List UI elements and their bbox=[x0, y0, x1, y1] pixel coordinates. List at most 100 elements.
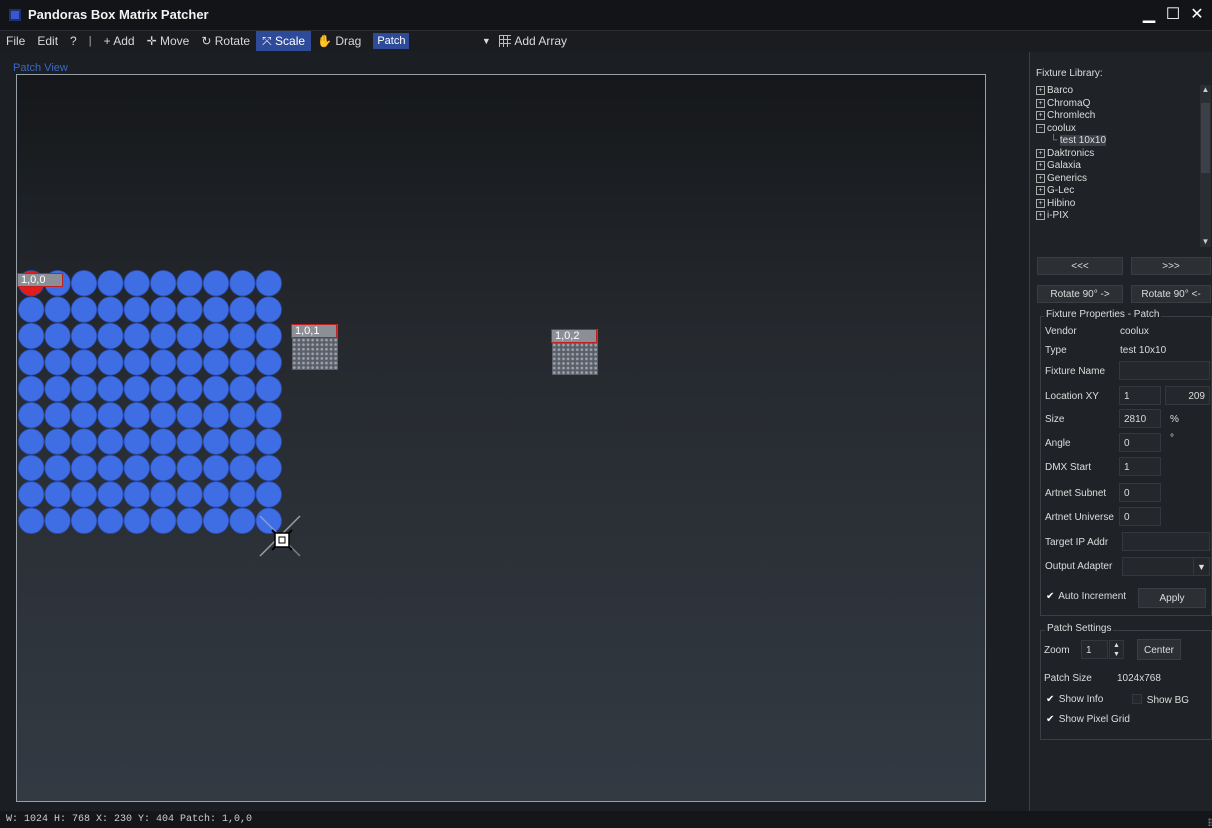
expand-icon[interactable]: + bbox=[1036, 111, 1045, 120]
artnet-subnet-label: Artnet Subnet bbox=[1045, 488, 1107, 499]
expand-icon[interactable]: + bbox=[1036, 98, 1045, 108]
show-info-checkbox[interactable]: ✔ Show Info bbox=[1046, 694, 1103, 705]
fixture-pixel bbox=[18, 481, 45, 508]
location-x-field[interactable]: 1 bbox=[1119, 386, 1161, 405]
zoom-stepper[interactable]: ▲ ▼ bbox=[1109, 640, 1124, 659]
move-tool-button[interactable]: ✛ Move bbox=[141, 31, 196, 51]
fixture-pixel bbox=[97, 270, 124, 297]
minimize-button[interactable]: ▁ bbox=[1140, 6, 1158, 24]
library-item-label: Daktronics bbox=[1047, 147, 1095, 159]
fixture-pixel bbox=[150, 270, 177, 297]
show-pixel-grid-checkbox[interactable]: ✔ Show Pixel Grid bbox=[1046, 714, 1130, 725]
zoom-field[interactable]: 1 bbox=[1081, 640, 1108, 659]
library-item[interactable]: + Barco bbox=[1036, 85, 1200, 98]
expand-icon[interactable]: + bbox=[1036, 173, 1045, 183]
fixture-pixel bbox=[70, 349, 98, 376]
library-item[interactable]: + ChromaQ bbox=[1036, 98, 1200, 111]
fixture-pixel bbox=[229, 349, 256, 376]
rotate-cw-button[interactable]: Rotate 90° -> bbox=[1037, 285, 1123, 303]
add-tool-button[interactable]: + Add bbox=[98, 31, 141, 51]
close-button[interactable]: ✕ bbox=[1188, 6, 1206, 24]
center-button[interactable]: Center bbox=[1137, 639, 1181, 660]
apply-button[interactable]: Apply bbox=[1138, 588, 1206, 608]
library-item[interactable]: + Galaxia bbox=[1036, 160, 1200, 173]
angle-field[interactable]: 0 bbox=[1119, 433, 1161, 452]
expand-icon[interactable]: + bbox=[1036, 186, 1045, 195]
fixture-pixel bbox=[150, 428, 177, 455]
fixture-1-0-0[interactable] bbox=[18, 270, 282, 534]
size-unit: % bbox=[1170, 414, 1179, 425]
output-adapter-select[interactable] bbox=[1122, 557, 1194, 576]
library-item[interactable]: + Daktronics bbox=[1036, 148, 1200, 161]
library-item[interactable]: − coolux bbox=[1036, 123, 1200, 136]
fixture-pixel bbox=[18, 296, 45, 323]
fixture-pixel bbox=[70, 375, 98, 402]
library-item[interactable]: └ test 10x10 bbox=[1036, 135, 1200, 148]
size-field[interactable]: 2810 bbox=[1119, 409, 1161, 428]
library-item-label: Generics bbox=[1047, 172, 1088, 184]
fixture-pixel bbox=[176, 375, 203, 402]
next-fixture-button[interactable]: >>> bbox=[1131, 257, 1211, 275]
maximize-button[interactable]: ☐ bbox=[1164, 6, 1182, 24]
menu-help[interactable]: ? bbox=[64, 31, 83, 51]
fixture-pixel bbox=[123, 481, 150, 508]
fixture-pixel bbox=[255, 349, 282, 376]
fixture-pixel bbox=[176, 296, 203, 323]
mode-dropdown[interactable]: Patch ▼ bbox=[373, 33, 493, 49]
menu-file[interactable]: File bbox=[0, 31, 31, 51]
library-scrollbar[interactable]: ▲ ▼ bbox=[1200, 85, 1211, 247]
scale-tool-button[interactable]: ⤧ Scale bbox=[256, 31, 312, 51]
prev-fixture-button[interactable]: <<< bbox=[1037, 257, 1123, 275]
fixture-library-tree[interactable]: + Barco + ChromaQ + Chromlech − coolux └ test 10… bbox=[1036, 85, 1200, 247]
menu-edit[interactable]: Edit bbox=[31, 31, 64, 51]
artnet-subnet-field[interactable]: 0 bbox=[1119, 483, 1161, 502]
library-item[interactable]: + Chromlech bbox=[1036, 110, 1200, 123]
library-item[interactable]: + Hibino bbox=[1036, 198, 1200, 211]
library-item[interactable]: + i-PIX bbox=[1036, 210, 1200, 223]
fixture-pixel bbox=[229, 481, 256, 508]
scroll-down-icon[interactable]: ▼ bbox=[1200, 237, 1211, 247]
target-ip-field[interactable] bbox=[1122, 532, 1210, 551]
fixture-pixel bbox=[97, 402, 124, 429]
expand-icon[interactable]: + bbox=[1036, 198, 1045, 208]
fixture-pixel bbox=[70, 402, 98, 429]
show-bg-checkbox[interactable]: Show BG bbox=[1132, 694, 1189, 706]
chevron-down-icon[interactable]: ▼ bbox=[1193, 557, 1210, 576]
angle-unit: ° bbox=[1170, 433, 1174, 444]
fixture-name-field[interactable] bbox=[1119, 361, 1210, 380]
auto-increment-checkbox[interactable]: ✔ Auto Increment bbox=[1046, 591, 1126, 602]
dmx-start-field[interactable]: 1 bbox=[1119, 457, 1161, 476]
location-y-field[interactable]: 209 bbox=[1165, 386, 1210, 405]
collapse-icon[interactable]: − bbox=[1036, 123, 1045, 133]
fixture-pixel bbox=[150, 454, 177, 482]
fixture-pixel bbox=[123, 428, 150, 455]
drag-tool-button[interactable]: ✋ Drag bbox=[311, 31, 367, 51]
rotate-ccw-button[interactable]: Rotate 90° <- bbox=[1131, 285, 1211, 303]
library-item[interactable]: + Generics bbox=[1036, 173, 1200, 186]
fixture-pixel bbox=[150, 349, 177, 376]
fixture-pixel bbox=[255, 402, 282, 429]
mode-dropdown-value: Patch bbox=[373, 33, 410, 49]
fixture-properties-title: Fixture Properties - Patch bbox=[1044, 309, 1162, 320]
target-ip-label: Target IP Addr bbox=[1045, 537, 1109, 548]
fixture-pixel bbox=[202, 296, 230, 323]
expand-icon[interactable]: + bbox=[1036, 211, 1045, 220]
expand-icon[interactable]: + bbox=[1036, 148, 1045, 158]
rotate-tool-button[interactable]: ↻ Rotate bbox=[195, 31, 256, 51]
expand-icon[interactable]: + bbox=[1036, 161, 1045, 170]
fixture-pixel-grid bbox=[18, 270, 282, 534]
window-title: Pandoras Box Matrix Patcher bbox=[28, 7, 209, 22]
chevron-down-icon[interactable]: ▼ bbox=[479, 33, 493, 49]
scroll-thumb[interactable] bbox=[1201, 103, 1210, 173]
artnet-universe-field[interactable]: 0 bbox=[1119, 507, 1161, 526]
fixture-pixel bbox=[229, 507, 256, 534]
fixture-pixel bbox=[97, 349, 124, 376]
scroll-up-icon[interactable]: ▲ bbox=[1200, 85, 1211, 95]
add-array-button[interactable]: Add Array bbox=[493, 31, 573, 51]
fixture-pixel bbox=[70, 507, 98, 534]
expand-icon[interactable]: + bbox=[1036, 86, 1045, 95]
fixture-pixel bbox=[202, 270, 230, 297]
check-icon: ✔ bbox=[1046, 694, 1055, 705]
library-item[interactable]: + G-Lec bbox=[1036, 185, 1200, 198]
resize-grip-icon[interactable] bbox=[1208, 818, 1212, 826]
